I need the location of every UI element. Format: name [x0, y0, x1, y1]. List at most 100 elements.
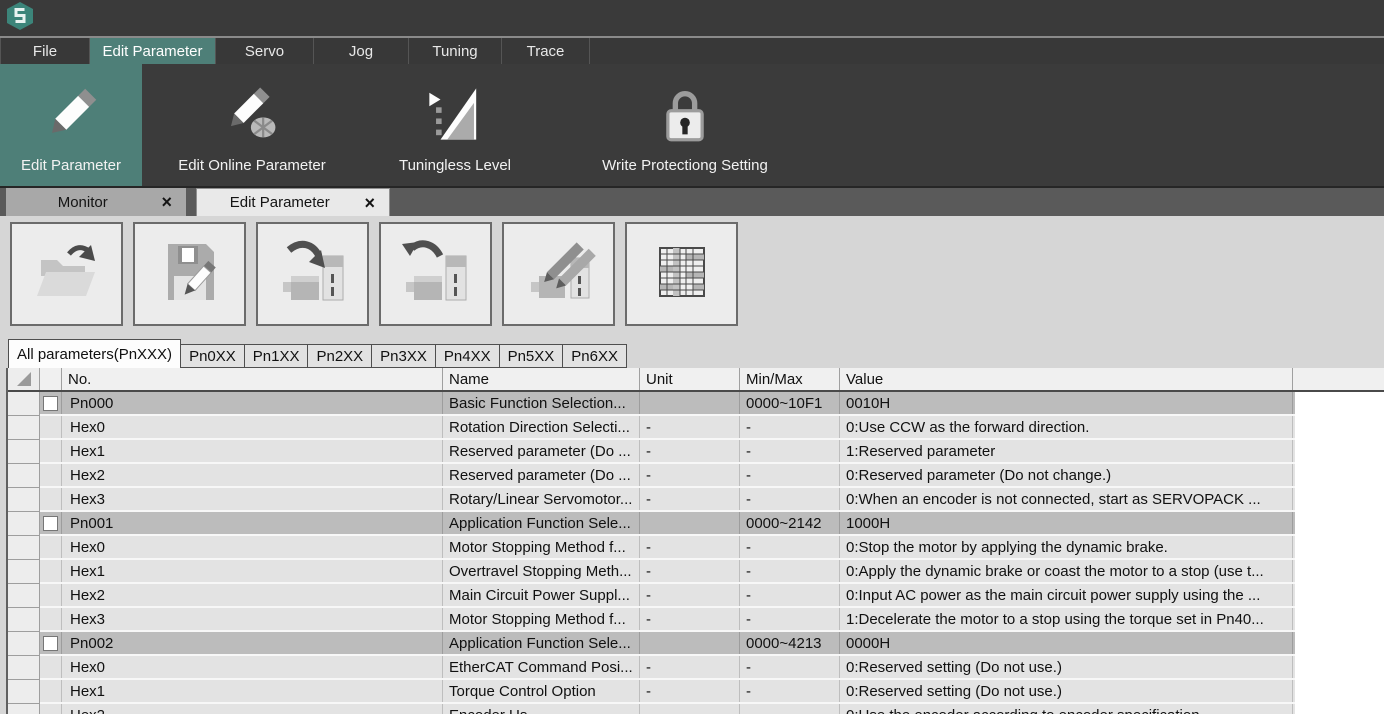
- row-header-cell[interactable]: [8, 704, 40, 714]
- cell-no: Hex1: [62, 680, 443, 702]
- menu-tab-servo[interactable]: Servo: [216, 38, 314, 64]
- cell-minmax: -: [740, 584, 840, 606]
- checkbox-cell: [40, 704, 62, 714]
- cell-no: Hex3: [62, 488, 443, 510]
- row-header-cell[interactable]: [8, 440, 40, 464]
- row-header-cell[interactable]: [8, 488, 40, 512]
- table-row[interactable]: Pn000 Basic Function Selection... 0000~1…: [8, 392, 1295, 416]
- table-row[interactable]: Hex1 Reserved parameter (Do ... - - 1:Re…: [8, 440, 1295, 464]
- open-file-button[interactable]: [10, 222, 123, 326]
- param-tab-pn4xx[interactable]: Pn4XX: [436, 344, 500, 368]
- checkbox-cell: [40, 392, 62, 414]
- table-row[interactable]: Hex2 Main Circuit Power Suppl... - - 0:I…: [8, 584, 1295, 608]
- cell-minmax: -: [740, 536, 840, 558]
- row-header-cell[interactable]: [8, 392, 40, 416]
- row-header-cell[interactable]: [8, 464, 40, 488]
- ribbon-write-protecting-button[interactable]: Write Protectiong Setting: [580, 64, 790, 186]
- table-row[interactable]: Hex1 Overtravel Stopping Meth... - - 0:A…: [8, 560, 1295, 584]
- menu-tab-file[interactable]: File: [0, 38, 90, 64]
- cell-minmax: -: [740, 704, 840, 714]
- cell-no: Hex0: [62, 416, 443, 438]
- table-row[interactable]: Pn002 Application Function Sele... 0000~…: [8, 632, 1295, 656]
- doc-tab-edit-parameter[interactable]: Edit Parameter ×: [196, 188, 390, 216]
- app-window: File Edit Parameter Servo Jog Tuning Tra…: [0, 0, 1384, 714]
- table-header: No. Name Unit Min/Max Value: [8, 368, 1384, 392]
- doc-tab-monitor[interactable]: Monitor ×: [6, 188, 186, 216]
- param-tab-pn0xx[interactable]: Pn0XX: [181, 344, 245, 368]
- save-button[interactable]: [133, 222, 246, 326]
- document-tab-bar: Monitor × Edit Parameter ×: [0, 186, 1384, 216]
- pencil-motor-icon: [223, 64, 281, 157]
- table-row[interactable]: Hex3 Motor Stopping Method f... - - 1:De…: [8, 608, 1295, 632]
- cell-value: 0000H: [840, 632, 1293, 654]
- cell-unit: -: [640, 536, 740, 558]
- menu-tab-trace[interactable]: Trace: [502, 38, 590, 64]
- table-row[interactable]: Hex0 Rotation Direction Selecti... - - 0…: [8, 416, 1295, 440]
- cell-minmax: -: [740, 680, 840, 702]
- ribbon-tuningless-level-button[interactable]: Tuningless Level: [380, 64, 530, 186]
- cell-unit: [640, 632, 740, 654]
- cell-value: 0:Reserved setting (Do not use.): [840, 656, 1293, 678]
- verify-servo-icon: [519, 232, 599, 317]
- cell-name: Overtravel Stopping Meth...: [443, 560, 640, 582]
- table-row[interactable]: Hex0 EtherCAT Command Posi... - - 0:Rese…: [8, 656, 1295, 680]
- table-row[interactable]: Hex3 Rotary/Linear Servomotor... - - 0:W…: [8, 488, 1295, 512]
- menu-tab-edit-parameter[interactable]: Edit Parameter: [90, 38, 216, 64]
- row-checkbox[interactable]: [43, 636, 58, 651]
- param-tab-pn2xx[interactable]: Pn2XX: [308, 344, 372, 368]
- parameter-grid-icon: [642, 232, 722, 317]
- cell-no: Hex0: [62, 536, 443, 558]
- open-file-icon: [27, 232, 107, 317]
- cell-minmax: -: [740, 656, 840, 678]
- table-row[interactable]: Hex2 Encoder Us... - - 0:Use the encoder…: [8, 704, 1295, 714]
- menu-tab-tuning[interactable]: Tuning: [409, 38, 502, 64]
- menu-bar: File Edit Parameter Servo Jog Tuning Tra…: [0, 36, 1384, 64]
- param-tab-pn6xx[interactable]: Pn6XX: [563, 344, 627, 368]
- cell-unit: -: [640, 488, 740, 510]
- table-row[interactable]: Pn001 Application Function Sele... 0000~…: [8, 512, 1295, 536]
- param-tab-pn5xx[interactable]: Pn5XX: [500, 344, 564, 368]
- checkbox-cell: [40, 440, 62, 462]
- ribbon-edit-parameter-button[interactable]: Edit Parameter: [0, 64, 142, 186]
- cell-unit: -: [640, 464, 740, 486]
- ribbon-group-label: Tuningless Level: [399, 157, 511, 174]
- param-tab-pn1xx[interactable]: Pn1XX: [245, 344, 309, 368]
- row-header-cell[interactable]: [8, 680, 40, 704]
- cell-name: Reserved parameter (Do ...: [443, 440, 640, 462]
- close-icon[interactable]: ×: [362, 194, 377, 212]
- cell-unit: -: [640, 584, 740, 606]
- table-row[interactable]: Hex2 Reserved parameter (Do ... - - 0:Re…: [8, 464, 1295, 488]
- row-header-cell[interactable]: [8, 416, 40, 440]
- row-header-cell[interactable]: [8, 536, 40, 560]
- ribbon-group-label: Write Protectiong Setting: [602, 157, 768, 174]
- cell-name: Encoder Us...: [443, 704, 640, 714]
- cell-no: Hex2: [62, 704, 443, 714]
- row-header-cell[interactable]: [8, 608, 40, 632]
- row-header-cell[interactable]: [8, 584, 40, 608]
- cell-value: 0:When an encoder is not connected, star…: [840, 488, 1293, 510]
- row-header-cell[interactable]: [8, 560, 40, 584]
- row-checkbox[interactable]: [43, 396, 58, 411]
- row-header-cell[interactable]: [8, 656, 40, 680]
- row-checkbox[interactable]: [43, 516, 58, 531]
- ribbon-edit-online-parameter-button[interactable]: Edit Online Parameter: [152, 64, 352, 186]
- cell-minmax: -: [740, 560, 840, 582]
- verify-servo-button[interactable]: [502, 222, 615, 326]
- param-tab-all[interactable]: All parameters(PnXXX): [8, 339, 181, 368]
- cell-value: 0010H: [840, 392, 1293, 414]
- select-all-corner[interactable]: [8, 368, 40, 390]
- row-header-cell[interactable]: [8, 632, 40, 656]
- cell-value: 0:Apply the dynamic brake or coast the m…: [840, 560, 1293, 582]
- table-row[interactable]: Hex0 Motor Stopping Method f... - - 0:St…: [8, 536, 1295, 560]
- close-icon[interactable]: ×: [159, 193, 174, 211]
- row-header-cell[interactable]: [8, 512, 40, 536]
- parameter-grid-button[interactable]: [625, 222, 738, 326]
- param-tab-pn3xx[interactable]: Pn3XX: [372, 344, 436, 368]
- read-from-servo-button[interactable]: [379, 222, 492, 326]
- table-row[interactable]: Hex1 Torque Control Option - - 0:Reserve…: [8, 680, 1295, 704]
- menu-tab-jog[interactable]: Jog: [314, 38, 409, 64]
- write-to-servo-button[interactable]: [256, 222, 369, 326]
- cell-value: 0:Reserved setting (Do not use.): [840, 680, 1293, 702]
- cell-value: 0:Stop the motor by applying the dynamic…: [840, 536, 1293, 558]
- cell-no: Pn002: [62, 632, 443, 654]
